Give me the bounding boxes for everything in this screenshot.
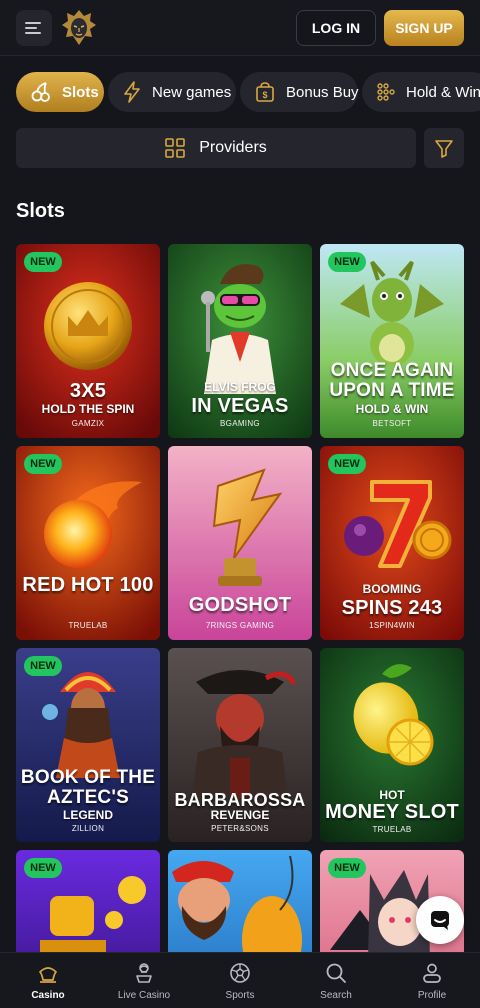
chip-slots[interactable]: Slots [16,72,104,112]
new-badge: NEW [24,656,62,676]
search-icon [326,963,346,983]
nav-live-casino[interactable]: Live Casino [96,953,192,1008]
cherries-icon [31,82,50,102]
game-subtitle: HOLD THE SPIN [41,402,135,416]
game-provider: TRUELAB [68,621,108,630]
bonus-bag-icon: $ [256,82,274,102]
game-title: 3X5 [69,380,107,402]
filter-button[interactable] [424,128,464,168]
new-badge: NEW [24,252,62,272]
chip-new-games[interactable]: New games [108,72,236,112]
profile-icon [423,963,441,983]
game-provider: PETER&SONS [211,824,269,833]
game-provider: 7RINGS GAMING [205,621,275,630]
dots-grid-icon [377,83,395,101]
signup-button[interactable]: SIGN UP [384,10,464,46]
nav-label: Profile [417,990,447,1001]
nav-profile[interactable]: Profile [384,953,480,1008]
game-tile[interactable]: NEW RED HOT 100 TRUELAB [16,446,160,640]
game-subtitle: ELVIS FROG [204,380,276,394]
new-badge: NEW [328,252,366,272]
game-provider: BETSOFT [372,419,412,428]
menu-button[interactable] [16,10,52,46]
chip-label: Hold & Win [406,83,480,101]
game-grid: NEW 3X5 HOLD THE SPIN GAMZIX ELVIS FROG … [16,244,464,952]
chip-label: Bonus Buy [286,83,359,101]
nav-label: Sports [225,990,255,1001]
game-tile[interactable]: NEW BOOK OF THE AZTEC'S LEGEND ZILLION [16,648,160,842]
game-tile[interactable] [168,850,312,952]
game-title: RED HOT 100 [22,574,154,596]
nav-sports[interactable]: Sports [192,953,288,1008]
live-casino-icon [136,963,152,983]
grid-icon [165,138,186,158]
chip-bonus-buy[interactable]: $ Bonus Buy [240,72,359,112]
game-title: ONCE AGAIN UPON A TIME [329,360,455,401]
game-tile[interactable]: NEW BOOMING SPINS 243 1SPIN4WIN [320,446,464,640]
filter-icon [435,140,453,158]
game-tile[interactable]: BARBAROSSA REVENGE PETER&SONS [168,648,312,842]
game-tile[interactable]: ELVIS FROG IN VEGAS BGAMING [168,244,312,438]
chip-hold-and-win[interactable]: Hold & Win [362,72,480,112]
game-provider: TRUELAB [372,825,412,834]
svg-text:$: $ [262,90,267,100]
new-badge: NEW [328,454,366,474]
game-subtitle: HOT [379,788,405,802]
new-badge: NEW [24,454,62,474]
new-badge: NEW [24,858,62,878]
game-artwork [16,446,160,640]
game-tile[interactable]: HOT MONEY SLOT TRUELAB [320,648,464,842]
game-title: GODSHOT [188,594,292,616]
game-artwork [168,850,312,952]
chip-label: New games [152,83,232,101]
casino-icon [39,967,57,983]
game-provider: GAMZIX [71,419,105,428]
section-title: Slots [16,200,65,222]
game-provider: 1SPIN4WIN [369,621,415,630]
game-title: IN VEGAS [191,395,289,417]
game-title: BOOK OF THE AZTEC'S [20,767,156,808]
game-title: MONEY SLOT [325,801,459,823]
bottom-nav: Casino Live Casino Sports Search Profile [0,952,480,1008]
game-subtitle: LEGEND [62,808,113,822]
lion-logo[interactable] [60,8,98,48]
new-badge: NEW [328,858,366,878]
login-button[interactable]: LOG IN [296,10,376,46]
providers-button[interactable]: Providers [16,128,416,168]
game-subtitle: HOLD & WIN [355,402,429,416]
nav-label: Casino [31,990,65,1001]
game-tile[interactable]: NEW [16,850,160,952]
providers-label: Providers [199,139,267,156]
game-title: SPINS 243 [341,597,443,619]
game-tile[interactable]: NEW ONCE AGAIN UPON A TIME HOLD & WIN BE… [320,244,464,438]
game-subtitle: BOOMING [362,582,422,596]
nav-casino[interactable]: Casino [0,953,96,1008]
category-chips: Slots New games $ Bonus Buy Hold & Win [16,72,480,112]
game-provider: ZILLION [71,824,105,833]
hamburger-icon [25,22,41,34]
chip-label: Slots [62,83,99,101]
nav-label: Search [320,990,352,1001]
game-tile[interactable]: GODSHOT 7RINGS GAMING [168,446,312,640]
chat-button[interactable] [416,896,464,944]
soccer-ball-icon [230,963,250,983]
game-subtitle: REVENGE [210,808,270,822]
top-bar: LOG IN SIGN UP [0,0,480,56]
game-tile[interactable]: NEW 3X5 HOLD THE SPIN GAMZIX [16,244,160,438]
nav-label: Live Casino [117,990,171,1001]
game-provider: BGAMING [220,419,260,428]
chat-icon [431,911,449,930]
nav-search[interactable]: Search [288,953,384,1008]
lightning-icon [124,81,140,103]
